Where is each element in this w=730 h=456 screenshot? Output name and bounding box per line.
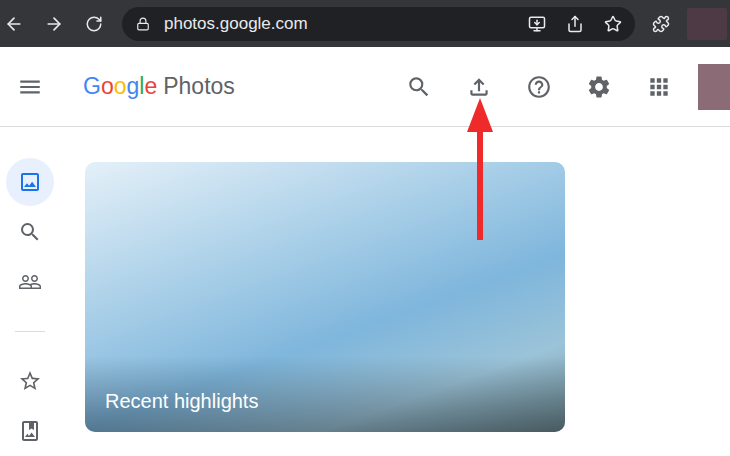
red-arrow-icon (466, 96, 494, 242)
logo-brand: Google (83, 69, 157, 104)
search-icon (18, 220, 42, 244)
menu-icon (17, 74, 43, 100)
reload-button[interactable] (80, 10, 108, 38)
sidebar-divider (15, 331, 45, 332)
sidebar-item[interactable] (0, 157, 60, 207)
album-icon (18, 419, 42, 443)
install-icon (528, 15, 546, 33)
install-button[interactable] (523, 10, 551, 38)
account-avatar[interactable] (698, 64, 730, 110)
photos-icon (18, 170, 42, 194)
sidebar (0, 127, 60, 456)
apps-icon (646, 74, 672, 100)
browser-toolbar: photos.google.com (0, 0, 730, 47)
lock-icon (136, 17, 150, 31)
main: Recent highlights (60, 127, 730, 456)
star-icon (18, 369, 42, 393)
forward-button[interactable] (40, 10, 68, 38)
help-button[interactable] (519, 67, 559, 107)
bookmark-button[interactable] (599, 10, 627, 38)
share-button[interactable] (561, 10, 589, 38)
sidebar-item[interactable] (0, 406, 60, 456)
highlight-card[interactable]: Recent highlights (85, 162, 565, 432)
back-button[interactable] (0, 10, 28, 38)
logo[interactable]: GooglePhotos (83, 69, 235, 104)
puzzle-icon (652, 15, 670, 33)
settings-button[interactable] (579, 67, 619, 107)
star-icon (604, 15, 622, 33)
back-icon (4, 14, 24, 34)
logo-product: Photos (163, 69, 235, 104)
upload-button[interactable] (459, 67, 499, 107)
extensions-button[interactable] (647, 10, 675, 38)
profile-avatar[interactable] (687, 8, 727, 40)
forward-icon (44, 14, 64, 34)
address-bar[interactable]: photos.google.com (122, 7, 635, 41)
share-icon (566, 15, 584, 33)
sidebar-item[interactable] (0, 356, 60, 406)
app-header: GooglePhotos (0, 47, 730, 127)
sidebar-item[interactable] (0, 207, 60, 257)
reload-icon (85, 15, 103, 33)
screen: photos.google.com GooglePhotos Recent high… (0, 0, 730, 456)
upload-icon (466, 74, 492, 100)
people-icon (18, 270, 42, 294)
menu-button[interactable] (17, 74, 43, 100)
help-icon (526, 74, 552, 100)
search-icon (406, 74, 432, 100)
url-text: photos.google.com (164, 11, 523, 37)
highlight-title: Recent highlights (105, 390, 258, 412)
search-button[interactable] (399, 67, 439, 107)
apps-button[interactable] (639, 67, 679, 107)
settings-icon (586, 74, 612, 100)
sidebar-item[interactable] (0, 257, 60, 307)
